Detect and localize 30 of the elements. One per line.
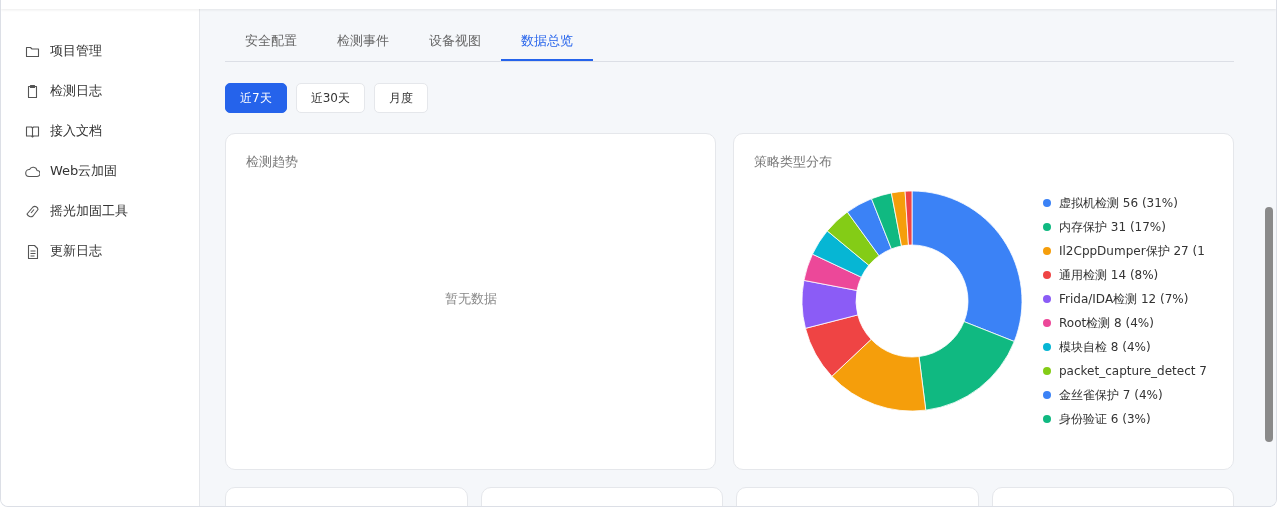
- scrollbar-thumb[interactable]: [1265, 207, 1273, 442]
- range-button[interactable]: 近30天: [295, 83, 365, 113]
- legend-label: Frida/IDA检测 12 (7%): [1059, 290, 1189, 308]
- legend-label: Il2CppDumper保护 27 (1: [1059, 242, 1205, 260]
- card-title: 检测趋势: [246, 154, 299, 171]
- sidebar-item[interactable]: 项目管理: [50, 42, 102, 60]
- sidebar-item[interactable]: 检测日志: [50, 82, 102, 100]
- sidebar-item[interactable]: 接入文档: [50, 122, 102, 140]
- legend-label: 模块自检 8 (4%): [1059, 338, 1151, 356]
- legend-label: 金丝雀保护 7 (4%): [1059, 386, 1163, 404]
- legend-label: 身份验证 6 (3%): [1059, 410, 1151, 428]
- clipboard-icon: [25, 83, 40, 99]
- legend-label: 通用检测 14 (8%): [1059, 266, 1159, 284]
- empty-text: 暂无数据: [444, 290, 497, 308]
- sidebar-item[interactable]: 更新日志: [50, 242, 102, 260]
- card-title: 策略类型分布: [754, 154, 833, 171]
- legend-label: 虚拟机检测 56 (31%): [1059, 194, 1178, 212]
- tab[interactable]: 数据总览: [501, 23, 593, 61]
- sidebar-item[interactable]: Web云加固: [50, 162, 118, 180]
- range-button[interactable]: 近7天: [225, 83, 287, 113]
- book-icon: [25, 123, 40, 139]
- range-button[interactable]: 月度: [373, 83, 428, 113]
- legend-label: packet_capture_detect 7: [1059, 364, 1207, 378]
- legend-label: Root检测 8 (4%): [1059, 314, 1154, 332]
- tab[interactable]: 安全配置: [225, 23, 317, 61]
- legend-label: 内存保护 31 (17%): [1059, 218, 1166, 236]
- tab[interactable]: 检测事件: [317, 23, 409, 61]
- document-icon: [25, 243, 40, 259]
- tab[interactable]: 设备视图: [409, 23, 501, 61]
- sidebar-item[interactable]: 摇光加固工具: [50, 202, 128, 220]
